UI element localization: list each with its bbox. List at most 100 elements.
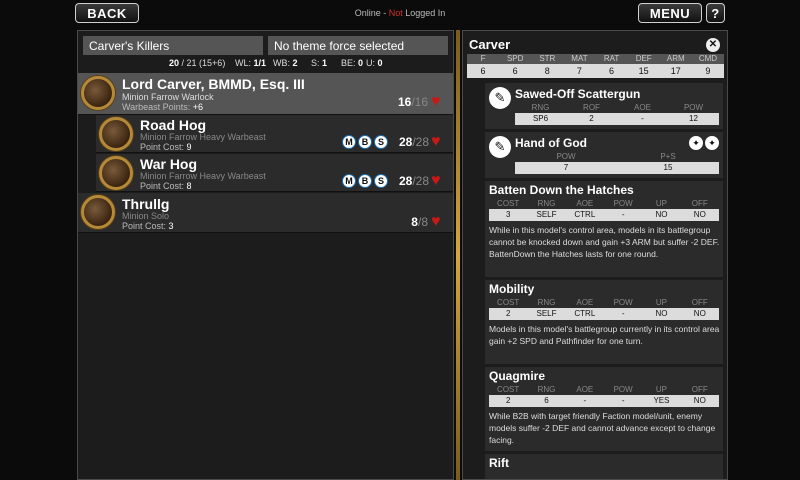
unit-cost: Point Cost: 9: [140, 142, 192, 152]
spell-value-row: 3 SELF CTRL - NO NO: [489, 209, 719, 221]
spell-description: While B2B with target friendly Faction m…: [489, 411, 716, 445]
spell-name: Quagmire: [489, 369, 546, 383]
spell-header-row: COST RNG AOE POW UP OFF: [497, 199, 708, 208]
help-button[interactable]: ?: [706, 3, 725, 23]
status-separator: -: [380, 8, 389, 18]
card-title: Carver: [469, 37, 511, 52]
back-button[interactable]: BACK: [75, 3, 139, 23]
spell-header-row: COST RNG AOE POW UP OFF: [497, 385, 708, 394]
top-bar: BACK Online - Not Logged In MENU ?: [0, 0, 800, 28]
points-counter: 20 / 21 (15+6): [169, 58, 226, 68]
unit-cost: Warbeast Points: +6: [122, 102, 203, 112]
wl-counter: WL: 1/1: [235, 58, 267, 68]
stat-header: MAT: [571, 54, 588, 63]
unit-health: 28/28: [398, 174, 429, 188]
army-list-panel: Carver's Killers No theme force selected…: [77, 30, 454, 480]
stat-value: 15: [638, 66, 649, 76]
spell-header-row: COST RNG AOE POW UP OFF: [497, 298, 708, 307]
unit-health: 28/28: [398, 135, 429, 149]
spell-block-quagmire: Quagmire COST RNG AOE POW UP OFF 2 6- - YES NO Wh…: [485, 367, 723, 451]
weapon-value-row: SP6 2-12: [515, 113, 719, 125]
login-status: Online - Not Logged In: [300, 8, 500, 18]
unit-type: Minion Farrow Heavy Warbeast: [140, 132, 266, 142]
unit-row-lord-carver[interactable]: Lord Carver, BMMD, Esq. III Minion Farro…: [78, 73, 453, 115]
s-counter: S: 1: [311, 58, 328, 68]
u-counter: U: 0: [366, 58, 383, 68]
heart-icon[interactable]: ♥: [431, 134, 445, 150]
unit-name: War Hog: [140, 156, 198, 172]
unit-row-road-hog[interactable]: Road Hog Minion Farrow Heavy Warbeast Po…: [96, 115, 453, 153]
stat-header: ARM: [666, 54, 685, 63]
stat-header: DEF: [635, 54, 652, 63]
stat-header: SPD: [506, 54, 524, 63]
spell-block-batten-down: Batten Down the Hatches COST RNG AOE POW UP O…: [485, 181, 723, 277]
melee-weapon-icon: ✎: [489, 136, 511, 158]
b-badge[interactable]: B: [358, 135, 372, 149]
stat-value: 6: [480, 66, 486, 76]
be-counter: BE: 0: [341, 58, 364, 68]
stat-value-row: 6 6 8 7 6 15 17 9: [467, 64, 724, 78]
stat-value: 6: [512, 66, 518, 76]
unit-portrait: [99, 117, 133, 151]
status-logged-in: Logged In: [402, 8, 446, 18]
weapon-header-row: POW P+S: [556, 152, 676, 161]
status-online: Online: [354, 8, 381, 18]
weapon-name: Hand of God: [515, 136, 587, 150]
unit-portrait: [81, 76, 115, 110]
ranged-weapon-icon: ✎: [489, 87, 511, 109]
weapon-block-hand-of-god: ✎ Hand of God ✦ ✦ POW P+S 7 15: [485, 132, 723, 178]
unit-portrait: [99, 156, 133, 190]
unit-row-war-hog[interactable]: War Hog Minion Farrow Heavy Warbeast Poi…: [96, 154, 453, 192]
heart-icon[interactable]: ♥: [431, 173, 445, 189]
unit-badges: M B S: [342, 135, 388, 149]
spell-block-rift: Rift: [485, 454, 723, 479]
stat-value: 7: [576, 66, 582, 76]
b-badge[interactable]: B: [358, 174, 372, 188]
stat-value: 9: [705, 66, 711, 76]
unit-type: Minion Farrow Heavy Warbeast: [140, 171, 266, 181]
stat-value: 6: [609, 66, 615, 76]
close-icon[interactable]: ✕: [706, 38, 720, 52]
s-badge[interactable]: S: [374, 135, 388, 149]
unit-portrait: [81, 195, 115, 229]
menu-button[interactable]: MENU: [638, 3, 702, 23]
weapon-value-row: 7 15: [515, 162, 719, 174]
stat-header: F: [480, 54, 486, 63]
stat-value: 8: [544, 66, 550, 76]
unit-cost: Point Cost: 8: [140, 181, 192, 191]
spell-name: Batten Down the Hatches: [489, 183, 634, 197]
s-badge[interactable]: S: [374, 174, 388, 188]
weapon-block-scattergun: ✎ Sawed-Off Scattergun RNG ROF AOE POW SP6 2…: [485, 83, 723, 129]
unit-health: 8/8: [411, 215, 428, 229]
stat-header: STR: [539, 54, 556, 63]
unit-cost: Point Cost: 3: [122, 221, 174, 231]
unit-health: 16/16: [397, 95, 428, 109]
army-counters: 20 / 21 (15+6) WL: 1/1 WB: 2 S: 1 BE: 0 …: [83, 58, 448, 70]
wb-counter: WB: 2: [273, 58, 298, 68]
heart-icon[interactable]: ♥: [431, 214, 445, 230]
stat-header-row: F SPD STR MAT RAT DEF ARM CMD: [467, 54, 724, 64]
unit-name: Lord Carver, BMMD, Esq. III: [122, 76, 305, 92]
theme-force-selector[interactable]: No theme force selected: [268, 36, 448, 55]
spell-description: While in this model's control area, mode…: [489, 225, 720, 259]
spell-value-row: 2 SELF CTRL - NO NO: [489, 308, 719, 320]
stat-header: CMD: [698, 54, 718, 63]
m-badge[interactable]: M: [342, 174, 356, 188]
stat-header: RAT: [603, 54, 620, 63]
unit-type: Minion Farrow Warlock: [122, 92, 214, 102]
weapon-header-row: RNG ROF AOE POW: [531, 103, 704, 112]
stat-value: 17: [670, 66, 681, 76]
m-badge[interactable]: M: [342, 135, 356, 149]
spell-description: Models in this model's battlegroup curre…: [489, 324, 720, 346]
model-card-panel: Carver ✕ F SPD STR MAT RAT DEF ARM CMD 6…: [462, 30, 728, 480]
unit-name: Road Hog: [140, 117, 207, 133]
weapon-quality-icon: ✦: [689, 136, 703, 150]
spell-name: Rift: [489, 456, 509, 470]
spell-name: Mobility: [489, 282, 535, 296]
panel-divider[interactable]: [456, 30, 460, 480]
spell-value-row: 2 6- - YES NO: [489, 395, 719, 407]
heart-icon[interactable]: ♥: [431, 94, 445, 110]
unit-row-thrullg[interactable]: Thrullg Minion Solo Point Cost: 3 8/8 ♥: [78, 193, 453, 233]
unit-type: Minion Solo: [122, 211, 170, 221]
army-name-field[interactable]: Carver's Killers: [83, 36, 263, 55]
